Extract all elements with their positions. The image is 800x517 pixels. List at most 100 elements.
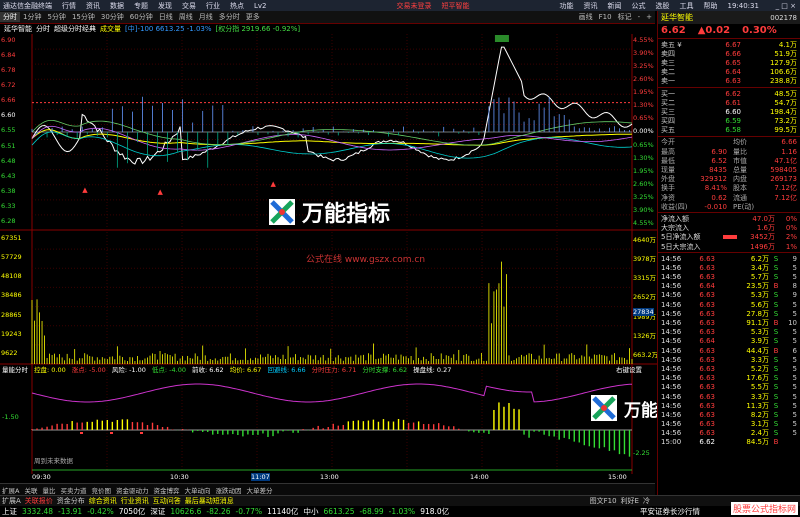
menu-xg[interactable]: 选股	[656, 1, 670, 11]
stab-0[interactable]: 扩展A	[2, 496, 21, 506]
server-name[interactable]: 平安证券长沙行情	[640, 506, 700, 517]
indicator-purple-line	[31, 383, 633, 403]
stab-2[interactable]: 资金分布	[57, 496, 85, 506]
tab-1min[interactable]: 1分钟	[20, 12, 44, 22]
tick-side: B	[773, 346, 779, 355]
price-tick-left: 6.33	[1, 201, 16, 210]
tick-price: 6.63	[699, 300, 715, 309]
smart-link[interactable]: 短平智能	[442, 1, 470, 11]
tab-60min[interactable]: 60分钟	[127, 12, 156, 22]
chart-indicator[interactable]: 超级分时经典	[54, 24, 96, 34]
btab-mmld[interactable]: 买卖力道	[60, 485, 86, 495]
ind-zhicheng: 分时支撑: 6.62	[362, 366, 408, 374]
stab-5[interactable]: 互动问答	[153, 496, 181, 506]
stab-r2[interactable]: 冷	[643, 496, 650, 506]
menu-jy[interactable]: 交易	[182, 1, 196, 11]
tick-time: 14:56	[661, 328, 682, 337]
menu-zx[interactable]: 资讯	[86, 1, 100, 11]
price-axis-left: 6.90 6.84 6.78 6.72 6.66 6.60 6.55 6.51 6.48 6.43…	[1, 34, 31, 454]
tab-fenshi[interactable]: 分时	[0, 12, 20, 22]
stab-3[interactable]: 综合资讯	[89, 496, 117, 506]
btab-ext[interactable]: 扩展A	[2, 485, 19, 495]
btab-lb[interactable]: 量比	[42, 485, 55, 495]
trade-login-status[interactable]: 交易未登录	[397, 1, 432, 11]
flow-value: 1496万	[750, 242, 775, 251]
menu-zx2[interactable]: 资讯	[584, 1, 598, 11]
window-controls[interactable]: _ □ ×	[776, 2, 796, 10]
menu-sj[interactable]: 数据	[110, 1, 124, 11]
tick-time: 14:56	[661, 300, 682, 309]
idx-sz-name[interactable]: 深证	[150, 506, 165, 517]
stab-r0[interactable]: 图文F10	[590, 496, 617, 506]
idx-sh-chg: -13.91	[58, 507, 83, 516]
stat-value: 598405	[770, 166, 797, 175]
menu-rd[interactable]: 热点	[230, 1, 244, 11]
btab-ddcf[interactable]: 大单差分	[246, 485, 272, 495]
menu-lv2[interactable]: Lv2	[254, 2, 267, 10]
indicator-name[interactable]: 量能分时	[2, 364, 28, 374]
btab-rel[interactable]: 关联	[24, 485, 37, 495]
stat-key: 收益(四)	[661, 202, 688, 211]
tab-15min[interactable]: 15分钟	[69, 12, 98, 22]
menu-gn[interactable]: 功能	[560, 1, 574, 11]
quote-change: ▲0.02	[697, 25, 731, 36]
stab-6[interactable]: 最后暴动短消息	[185, 496, 234, 506]
indicator-settings-link[interactable]: 右键设置	[616, 364, 642, 374]
tick-time: 14:56	[661, 309, 682, 318]
tick-price: 6.64	[699, 337, 715, 346]
tab-more[interactable]: 更多	[243, 12, 263, 22]
price-tick-right: 0.00%	[633, 127, 654, 136]
chart-info-bar: 延华智能 分时 超级分时经典 成交量 [中]-100 6613.25 -1.03…	[0, 24, 655, 34]
menu-hq[interactable]: 行情	[62, 1, 76, 11]
menu-zt[interactable]: 专题	[134, 1, 148, 11]
indicator-dot	[110, 432, 113, 434]
tool-f10[interactable]: F10	[596, 13, 615, 21]
idx-zx-val: 6613.25	[323, 507, 355, 516]
tick-side: S	[773, 309, 779, 318]
tab-30min[interactable]: 30分钟	[98, 12, 127, 22]
tick-side: S	[773, 263, 779, 272]
tick-side: S	[773, 410, 779, 419]
tick-list[interactable]: 14:56 6.63 6.2万 S 9 14:56 6.63 3.4万 S 5 14:56 6.63 5…	[658, 254, 800, 447]
menu-bz[interactable]: 帮助	[704, 1, 718, 11]
price-tick-left: 6.51	[1, 141, 16, 150]
ind-caopan: 操盘线: 0.27	[413, 366, 452, 374]
tool-mark[interactable]: 标记	[615, 12, 635, 22]
menu-hy[interactable]: 行业	[206, 1, 220, 11]
stab-1[interactable]: 关联报价	[25, 496, 53, 506]
btab-zjby[interactable]: 资金博弈	[153, 485, 179, 495]
idx-sh-name[interactable]: 上证	[2, 506, 17, 517]
menu-fx[interactable]: 发现	[158, 1, 172, 11]
tab-week[interactable]: 周线	[176, 12, 196, 22]
price-tick-left: 6.78	[1, 66, 16, 75]
idx-zx-name[interactable]: 中小	[303, 506, 318, 517]
zoom-out-button[interactable]: -	[635, 13, 644, 21]
stat-value: 329312	[700, 175, 727, 184]
tick-time: 14:56	[661, 374, 682, 383]
ind-qianshou: 前收: 6.62	[191, 366, 224, 374]
flow-row: 5日大宗流入 1496万 1%	[658, 242, 800, 251]
zoom-in-button[interactable]: +	[643, 13, 655, 21]
btab-zddy[interactable]: 涨跌动因	[215, 485, 241, 495]
btab-dddx[interactable]: 大单动向	[184, 485, 210, 495]
stab-4[interactable]: 行业资讯	[121, 496, 149, 506]
quote-stock-code: 002178	[770, 13, 797, 22]
watermark-site: 公式在线 www.gszx.com.cn	[306, 255, 426, 265]
tab-multi-fenshi[interactable]: 多分时	[216, 12, 243, 22]
idx-sz-chg: -82.26	[206, 507, 231, 516]
menu-xw[interactable]: 新闻	[608, 1, 622, 11]
btab-zjqd[interactable]: 资金驱动力	[116, 485, 149, 495]
tool-draw[interactable]: 画线	[576, 12, 596, 22]
tab-day[interactable]: 日线	[156, 12, 176, 22]
btab-jjt[interactable]: 竞价图	[91, 485, 111, 495]
price-tick-left: 6.38	[1, 186, 16, 195]
tick-side: S	[773, 273, 779, 282]
tab-5min[interactable]: 5分钟	[44, 12, 68, 22]
stab-r1[interactable]: 利好E	[621, 496, 639, 506]
tick-side: S	[773, 355, 779, 364]
stat-value: 8.41%	[704, 184, 727, 193]
tab-month[interactable]: 月线	[196, 12, 216, 22]
menu-gj[interactable]: 工具	[680, 1, 694, 11]
menu-gs[interactable]: 公式	[632, 1, 646, 11]
volume-tick-left: 38486	[1, 291, 22, 300]
